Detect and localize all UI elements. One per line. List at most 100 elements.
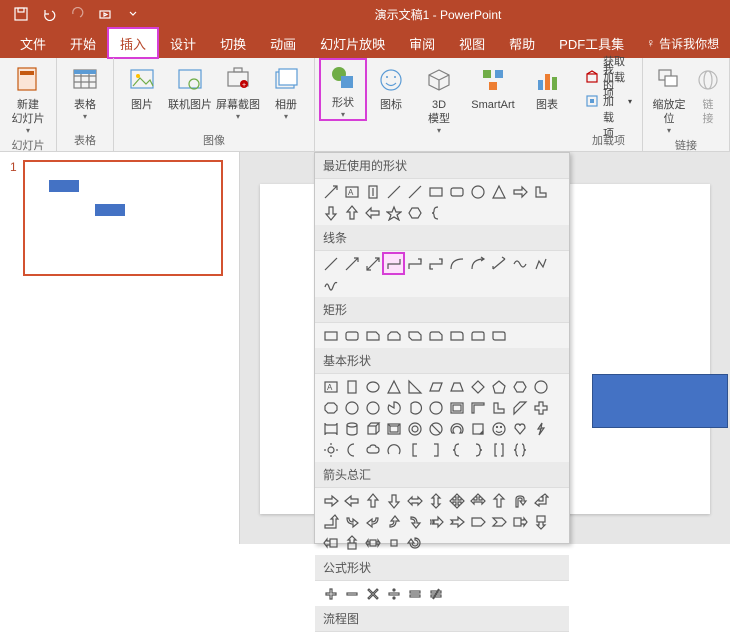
tab-transitions[interactable]: 切换 [208,28,258,58]
shape-arrow-callout-lr[interactable] [363,533,382,552]
tab-design[interactable]: 设计 [158,28,208,58]
shape-block-arc[interactable] [447,419,466,438]
shape-snip2[interactable] [384,326,403,345]
shape-teardrop[interactable] [426,398,445,417]
my-addins-button[interactable]: 我的加载项 ▾ [581,90,636,112]
shape-parallelogram[interactable] [426,377,445,396]
shape-hexagon[interactable] [405,203,424,222]
shape-smiley[interactable] [489,419,508,438]
shape-curve[interactable] [447,254,466,273]
shape-rect[interactable] [426,182,445,201]
shape-arrow-striped[interactable] [426,512,445,531]
link-button[interactable]: 链接 [693,60,723,126]
shape-diag-stripe[interactable] [510,398,529,417]
pictures-button[interactable]: 图片 [120,60,164,112]
tab-help[interactable]: 帮助 [497,28,547,58]
shape-bevel[interactable] [384,419,403,438]
shape-minus[interactable] [342,584,361,603]
shape-trapezoid[interactable] [447,377,466,396]
start-button[interactable] [92,2,118,26]
shape-arrow-curved-u[interactable] [384,512,403,531]
shape-bracket-r[interactable] [426,440,445,459]
shape-frame[interactable] [447,398,466,417]
shape-circular-arrow[interactable] [405,533,424,552]
shape-dodecagon[interactable] [363,398,382,417]
smartart-button[interactable]: SmartArt [465,60,521,112]
shape-round-diag[interactable] [489,326,508,345]
shape-elbow-arrow[interactable] [405,254,424,273]
shape-line[interactable] [384,182,403,201]
shape-round2[interactable] [468,326,487,345]
screenshot-button[interactable]: + 屏幕截图 ▾ [216,60,260,121]
shape-heart[interactable] [510,419,529,438]
tab-view[interactable]: 视图 [447,28,497,58]
shape-cube[interactable] [363,419,382,438]
shape-folded[interactable] [468,419,487,438]
shape-arrow-callout-quad[interactable] [384,533,403,552]
shape-arrow-curved-l[interactable] [363,512,382,531]
shape-line-arrow[interactable] [342,254,361,273]
tab-slideshow[interactable]: 幻灯片放映 [308,28,397,58]
shape-rounded-rect[interactable] [447,182,466,201]
shape-triangle[interactable] [384,377,403,396]
shape-arrow-uturn[interactable] [510,491,529,510]
shape-arrow-right[interactable] [510,182,529,201]
shape-arrow-quad[interactable] [447,491,466,510]
shape-pie[interactable] [384,398,403,417]
qat-expand-button[interactable] [120,2,146,26]
shape-arrow-u[interactable] [363,491,382,510]
zoom-button[interactable]: 缩放定位 ▾ [649,60,689,135]
shape-line[interactable] [405,182,424,201]
shape-chord[interactable] [405,398,424,417]
shape-plus[interactable] [321,584,340,603]
shape-scribble[interactable] [321,275,340,294]
icons-button[interactable]: 图标 [369,60,413,112]
slide-thumbnail-1[interactable] [23,160,223,276]
shape-elbow-double[interactable] [426,254,445,273]
shape-line-arrow[interactable] [321,182,340,201]
new-slide-button[interactable]: 新建幻灯片 ▾ [6,60,50,135]
shape-arrow-up[interactable] [342,203,361,222]
shape-pentagon[interactable] [489,377,508,396]
shape-arrow-lur[interactable] [468,491,487,510]
table-button[interactable]: 表格 ▾ [63,60,107,121]
shape-plaque[interactable] [321,419,340,438]
shape-arrow-ud[interactable] [426,491,445,510]
tab-file[interactable]: 文件 [8,28,58,58]
shapes-button[interactable]: 形状 ▾ [321,60,365,119]
shape-brace-r[interactable] [468,440,487,459]
redo-button[interactable] [64,2,90,26]
shape-brace-l[interactable] [447,440,466,459]
shape-star[interactable] [384,203,403,222]
shape-round1[interactable] [447,326,466,345]
shape-pentagon-arrow[interactable] [468,512,487,531]
shape-arrow-r[interactable] [321,491,340,510]
shape-moon[interactable] [342,440,361,459]
3d-models-button[interactable]: 3D模型 ▾ [417,60,461,135]
shape-triangle[interactable] [489,182,508,201]
shape-freeform[interactable] [510,254,529,273]
shape-arrow-curved-d[interactable] [405,512,424,531]
shape-arc[interactable] [384,440,403,459]
shape-half-frame[interactable] [468,398,487,417]
shape-elbow-connector[interactable] [384,254,403,273]
shape-line[interactable] [321,254,340,273]
shape-brace-left[interactable] [426,203,445,222]
shape-line-double-arrow[interactable] [363,254,382,273]
shape-arrow-notched[interactable] [447,512,466,531]
shape-diamond[interactable] [468,377,487,396]
shape-lightning[interactable] [531,419,550,438]
shape-textbox[interactable]: A [321,377,340,396]
shape-snip-round[interactable] [426,326,445,345]
shape-arrow-lup[interactable] [531,491,550,510]
shape-divide[interactable] [384,584,403,603]
shape-curve-arrow[interactable] [468,254,487,273]
shape-circle[interactable] [468,182,487,201]
shape-heptagon[interactable] [531,377,550,396]
shape-decagon[interactable] [342,398,361,417]
shape-rt-triangle[interactable] [405,377,424,396]
shape-textbox-v[interactable] [342,377,361,396]
shape-l[interactable] [489,398,508,417]
shape-arrow-d[interactable] [384,491,403,510]
shape-equal[interactable] [405,584,424,603]
